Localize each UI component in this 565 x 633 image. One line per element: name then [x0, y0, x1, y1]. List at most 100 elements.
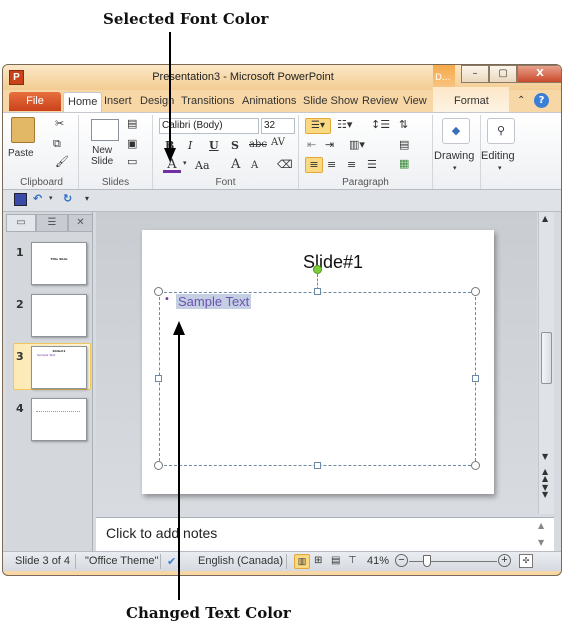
paste-icon[interactable] — [11, 117, 35, 143]
smartart-button[interactable]: ▦ — [399, 157, 409, 170]
justify-button[interactable]: ☰ — [367, 158, 377, 171]
redo-icon[interactable]: ↻ — [63, 192, 72, 205]
bullets-button[interactable]: ☰▾ — [305, 118, 331, 134]
tab-file[interactable]: File — [9, 92, 61, 111]
rotate-handle[interactable] — [313, 265, 322, 274]
font-color-dropdown-arrow[interactable]: ▾ — [183, 159, 187, 167]
tab-home[interactable]: Home — [63, 92, 103, 112]
tab-animations[interactable]: Animations — [238, 93, 300, 109]
next-slide-button[interactable]: ▼ ▼ — [542, 484, 548, 499]
language[interactable]: English (Canada) — [198, 555, 283, 567]
character-spacing-button[interactable]: AV — [271, 137, 285, 148]
reading-view-button[interactable]: ▤ — [331, 555, 340, 566]
notes-scroll-down[interactable]: ▼ — [538, 538, 544, 547]
resize-handle-top-right[interactable] — [471, 287, 480, 296]
italic-button[interactable]: I — [188, 139, 192, 152]
resize-handle-top-left[interactable] — [154, 287, 163, 296]
tab-review[interactable]: Review — [358, 93, 402, 109]
columns-button[interactable]: ▥▾ — [349, 138, 365, 151]
powerpoint-app-icon[interactable]: P — [9, 70, 24, 85]
spell-check-icon[interactable]: ✔ — [167, 555, 176, 568]
maximize-button[interactable]: ▢ — [489, 65, 517, 83]
save-icon[interactable] — [14, 193, 27, 206]
zoom-level[interactable]: 41% — [367, 555, 389, 567]
slide-canvas[interactable]: Slide#1 • Sample Text — [142, 230, 494, 494]
fit-slide-button[interactable]: ✣ — [519, 554, 533, 568]
grow-font-button[interactable]: A — [231, 157, 240, 172]
drawing-icon[interactable]: ◆ — [442, 118, 470, 144]
scroll-down-arrow[interactable]: ▼ — [542, 452, 548, 461]
drawing-button[interactable]: Drawing — [434, 150, 474, 162]
tab-slide-show[interactable]: Slide Show — [299, 93, 362, 109]
slide-thumbnail-4[interactable] — [31, 398, 87, 441]
tab-format[interactable]: Format — [450, 93, 493, 109]
resize-handle-right[interactable] — [472, 375, 479, 382]
editing-icon[interactable]: ⚲ — [487, 118, 515, 144]
normal-view-button[interactable]: ▥ — [294, 554, 310, 569]
vertical-scrollbar[interactable]: ▲ ▼ ▲ ▲ ▼ ▼ — [538, 212, 554, 514]
line-spacing-button[interactable]: ↕☰ — [371, 118, 390, 131]
resize-handle-left[interactable] — [155, 375, 162, 382]
zoom-slider-thumb[interactable] — [423, 555, 431, 567]
customize-qat-icon[interactable]: ▾ — [85, 194, 89, 203]
slide-sorter-button[interactable]: ⊞ — [314, 555, 322, 566]
undo-dropdown-arrow[interactable]: ▾ — [49, 194, 53, 202]
paste-button[interactable]: Paste — [8, 148, 34, 159]
underline-button[interactable]: U — [209, 139, 219, 152]
align-center-button[interactable]: ≡ — [327, 158, 336, 171]
align-right-button[interactable]: ≡ — [347, 158, 356, 171]
editing-button[interactable]: Editing — [481, 150, 515, 162]
tab-transitions[interactable]: Transitions — [177, 93, 238, 109]
scroll-thumb[interactable] — [541, 332, 552, 384]
zoom-out-button[interactable]: − — [395, 554, 408, 567]
slide-thumbnail-1[interactable]: Title Slide — [31, 242, 87, 285]
slide-thumbnail-3[interactable]: Slide#1 Sample Text — [31, 346, 87, 389]
minimize-ribbon-icon[interactable]: ⌃ — [517, 95, 525, 106]
slide-thumbnail-2[interactable] — [31, 294, 87, 337]
font-name-dropdown[interactable]: Calibri (Body) — [159, 118, 259, 134]
theme-name[interactable]: "Office Theme" — [85, 555, 158, 567]
strikethrough-button[interactable]: abc — [249, 139, 267, 150]
resize-handle-bottom-right[interactable] — [471, 461, 480, 470]
text-direction-button[interactable]: ⇅ — [399, 118, 408, 131]
align-text-button[interactable]: ▤ — [399, 138, 409, 151]
content-placeholder[interactable] — [159, 292, 476, 466]
shadow-button[interactable]: S — [231, 139, 239, 152]
font-size-dropdown[interactable]: 32 — [261, 118, 295, 134]
zoom-in-button[interactable]: + — [498, 554, 511, 567]
clear-formatting-icon[interactable]: ⌫ — [277, 158, 293, 171]
notes-scroll-up[interactable]: ▲ — [538, 521, 544, 530]
resize-handle-bottom[interactable] — [314, 462, 321, 469]
slide-show-button[interactable]: ⊤ — [348, 555, 357, 566]
drawing-dropdown-arrow[interactable]: ▾ — [453, 164, 457, 172]
notes-pane[interactable]: Click to add notes ▲ ▼ — [96, 517, 554, 551]
editing-dropdown-arrow[interactable]: ▾ — [498, 164, 502, 172]
minimize-button[interactable]: – — [461, 65, 489, 83]
cut-icon[interactable]: ✂ — [55, 117, 64, 130]
align-left-button[interactable]: ≡ — [305, 157, 323, 173]
new-slide-button[interactable]: New Slide — [91, 145, 113, 167]
close-button[interactable]: X — [517, 65, 561, 83]
help-icon[interactable]: ? — [534, 93, 549, 108]
increase-indent-button[interactable]: ⇥ — [325, 138, 334, 151]
resize-handle-bottom-left[interactable] — [154, 461, 163, 470]
tab-view[interactable]: View — [399, 93, 431, 109]
change-case-button[interactable]: Aa — [195, 159, 210, 172]
section-icon[interactable]: ▭ — [127, 155, 137, 168]
format-painter-icon[interactable]: 🖌 — [55, 155, 69, 168]
tab-design[interactable]: Design — [136, 93, 178, 109]
slides-tab[interactable]: ▭ — [6, 214, 36, 232]
numbering-button[interactable]: ☷▾ — [337, 118, 352, 131]
shrink-font-button[interactable]: A — [251, 160, 258, 171]
decrease-indent-button[interactable]: ⇤ — [307, 138, 316, 151]
outline-tab[interactable]: ☰ — [36, 214, 68, 232]
new-slide-icon[interactable] — [91, 119, 119, 141]
close-pane-icon[interactable]: ✕ — [68, 214, 93, 232]
scroll-up-arrow[interactable]: ▲ — [542, 214, 548, 223]
layout-icon[interactable]: ▤ — [127, 117, 137, 130]
resize-handle-top[interactable] — [314, 288, 321, 295]
previous-slide-button[interactable]: ▲ ▲ — [542, 468, 548, 483]
undo-icon[interactable]: ↶ — [33, 192, 42, 205]
sample-text[interactable]: Sample Text — [176, 294, 252, 309]
notes-placeholder[interactable]: Click to add notes — [106, 525, 217, 541]
